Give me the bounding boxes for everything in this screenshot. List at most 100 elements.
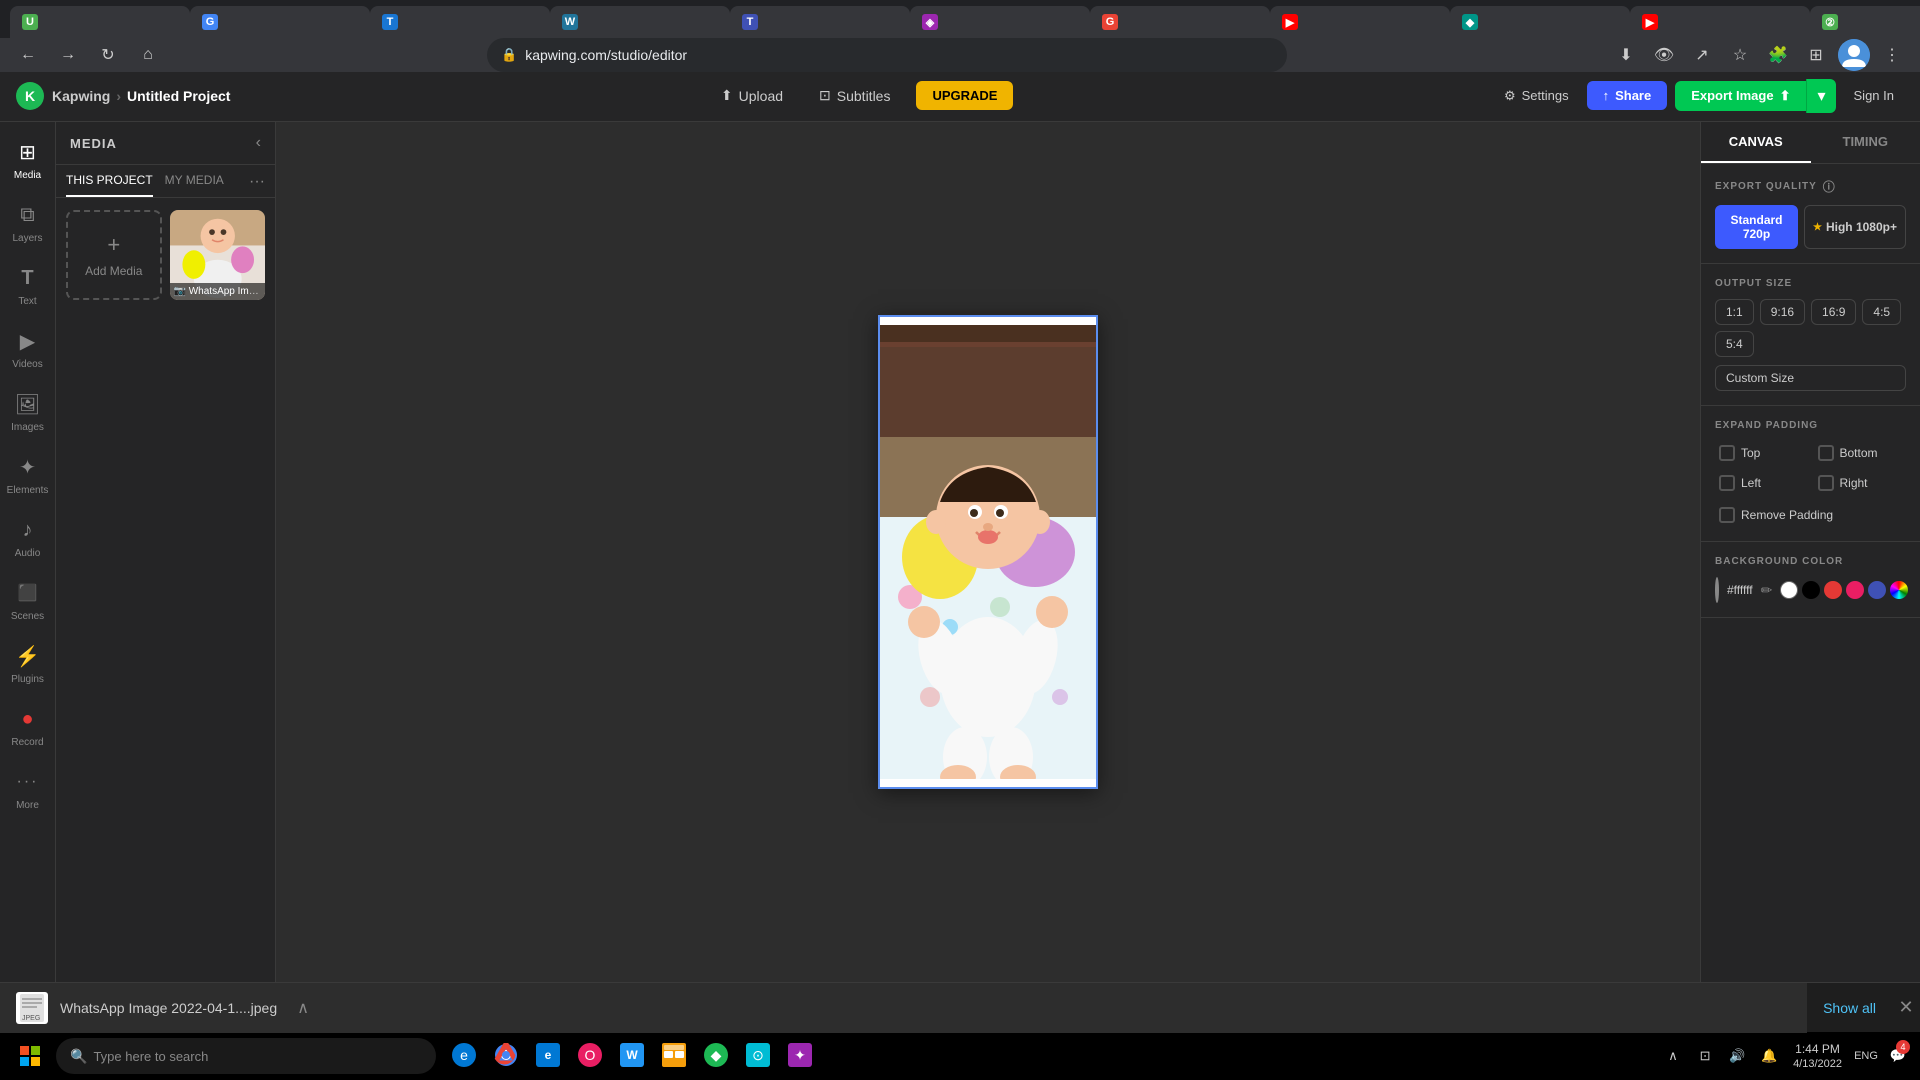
padding-bottom[interactable]: Bottom <box>1814 441 1907 465</box>
settings-button[interactable]: ⚙ Settings <box>1494 82 1579 110</box>
tray-volume[interactable]: 🔊 <box>1723 1034 1751 1078</box>
taskbar-opera[interactable]: O <box>570 1034 610 1078</box>
size-16-9-button[interactable]: 16:9 <box>1811 299 1856 325</box>
canvas-area[interactable] <box>276 122 1700 982</box>
swatch-blue[interactable] <box>1868 581 1886 599</box>
size-1-1-button[interactable]: 1:1 <box>1715 299 1754 325</box>
reload-button[interactable]: ↻ <box>92 39 124 71</box>
upload-button[interactable]: ⬆ Upload <box>711 81 793 110</box>
tab-timing[interactable]: TIMING <box>1811 122 1920 163</box>
show-all-button[interactable]: Show all <box>1807 1000 1892 1016</box>
swatch-gradient[interactable] <box>1890 581 1908 599</box>
media-thumbnail-whatsapp[interactable]: 📷 WhatsApp Ima... <box>170 210 266 300</box>
tray-network[interactable]: ⊡ <box>1691 1034 1719 1078</box>
size-4-5-button[interactable]: 4:5 <box>1862 299 1901 325</box>
tab-this-project[interactable]: THIS PROJECT <box>66 173 153 197</box>
taskbar-ie[interactable]: e <box>444 1034 484 1078</box>
start-button[interactable] <box>8 1034 52 1078</box>
collapse-panel-button[interactable]: ‹ <box>256 134 261 152</box>
padding-right[interactable]: Right <box>1814 471 1907 495</box>
export-main-button[interactable]: Export Image ⬆ <box>1675 81 1806 111</box>
tab-canvas[interactable]: CANVAS <box>1701 122 1811 163</box>
download-icon[interactable]: ⬇ <box>1610 39 1642 71</box>
remove-padding-checkbox[interactable] <box>1719 507 1735 523</box>
taskbar-chrome[interactable] <box>486 1034 526 1078</box>
sidebar-item-more[interactable]: ··· More <box>2 760 54 819</box>
tab-youtube2[interactable]: ▶ <box>1630 6 1810 38</box>
swatch-pink[interactable] <box>1846 581 1864 599</box>
tab-tv[interactable]: T <box>730 6 910 38</box>
home-button[interactable]: ⌂ <box>132 39 164 71</box>
size-9-16-button[interactable]: 9:16 <box>1760 299 1805 325</box>
profile-icon[interactable]: ⊞ <box>1800 39 1832 71</box>
star-icon[interactable]: ☆ <box>1724 39 1756 71</box>
sidebar-item-elements[interactable]: ✦ Elements <box>2 445 54 504</box>
bg-pencil-icon[interactable]: ✏ <box>1761 582 1773 599</box>
sidebar-item-plugins[interactable]: ⚡ Plugins <box>2 634 54 693</box>
swatch-white[interactable] <box>1780 581 1798 599</box>
app-name[interactable]: Kapwing <box>52 88 110 104</box>
share-page-icon[interactable]: ↗ <box>1686 39 1718 71</box>
tray-battery[interactable]: 🔔 <box>1755 1034 1783 1078</box>
padding-left-checkbox[interactable] <box>1719 475 1735 491</box>
back-button[interactable]: ← <box>12 39 44 71</box>
swatch-black[interactable] <box>1802 581 1820 599</box>
project-name[interactable]: Untitled Project <box>127 88 230 104</box>
tab-wordpress[interactable]: W <box>550 6 730 38</box>
taskbar-word[interactable]: W <box>612 1034 652 1078</box>
padding-right-checkbox[interactable] <box>1818 475 1834 491</box>
subtitles-button[interactable]: ⊡ Subtitles <box>809 81 900 110</box>
taskbar-explorer[interactable] <box>654 1034 694 1078</box>
user-avatar[interactable] <box>1838 39 1870 71</box>
forward-button[interactable]: → <box>52 39 84 71</box>
padding-top-checkbox[interactable] <box>1719 445 1735 461</box>
address-bar[interactable]: 🔒 kapwing.com/studio/editor <box>487 38 1287 72</box>
win-clock[interactable]: 1:44 PM 4/13/2022 <box>1787 1042 1848 1070</box>
swatch-red[interactable] <box>1824 581 1842 599</box>
sidebar-item-audio[interactable]: ♪ Audio <box>2 508 54 567</box>
sidebar-item-scenes[interactable]: ⬛ Scenes <box>2 571 54 630</box>
taskbar-app1[interactable]: ◆ <box>696 1034 736 1078</box>
padding-top[interactable]: Top <box>1715 441 1808 465</box>
extensions-icon[interactable]: 🧩 <box>1762 39 1794 71</box>
tab-counter[interactable]: ② <box>1810 6 1920 38</box>
download-expand-button[interactable]: ∧ <box>289 994 317 1022</box>
tab-google1[interactable]: G <box>190 6 370 38</box>
sidebar-item-images[interactable]: 🖼 Images <box>2 382 54 441</box>
custom-size-button[interactable]: Custom Size <box>1715 365 1906 391</box>
tab-taskheat[interactable]: T <box>370 6 550 38</box>
sidebar-item-layers[interactable]: ⧉ Layers <box>2 193 54 252</box>
high-quality-button[interactable]: ★ High 1080p+ <box>1804 205 1906 249</box>
taskbar-app3[interactable]: ✦ <box>780 1034 820 1078</box>
share-button[interactable]: ↑ Share <box>1587 81 1668 110</box>
sign-in-button[interactable]: Sign In <box>1844 82 1904 109</box>
tab-upwork[interactable]: U <box>10 6 190 38</box>
tab-my-media[interactable]: MY MEDIA <box>165 173 224 197</box>
tray-expand[interactable]: ∧ <box>1659 1034 1687 1078</box>
sidebar-item-media[interactable]: ⊞ Media <box>2 130 54 189</box>
tab-artify[interactable]: ◈ <box>910 6 1090 38</box>
add-media-button[interactable]: + Add Media <box>66 210 162 300</box>
remove-padding[interactable]: Remove Padding <box>1715 503 1906 527</box>
sidebar-item-videos[interactable]: ▶ Videos <box>2 319 54 378</box>
sidebar-item-text[interactable]: T Text <box>2 256 54 315</box>
lang-indicator[interactable]: ENG <box>1852 1034 1880 1078</box>
notification-button[interactable]: 💬 4 <box>1884 1034 1912 1078</box>
taskbar-app2[interactable]: ⊙ <box>738 1034 778 1078</box>
browser-eye-icon[interactable]: 👁 <box>1648 39 1680 71</box>
padding-left[interactable]: Left <box>1715 471 1808 495</box>
padding-bottom-checkbox[interactable] <box>1818 445 1834 461</box>
tab-google2[interactable]: G <box>1090 6 1270 38</box>
sidebar-item-record[interactable]: ● Record <box>2 697 54 756</box>
media-options-button[interactable]: ··· <box>249 173 265 197</box>
tab-sourcetree[interactable]: ◆ <box>1450 6 1630 38</box>
taskbar-edge[interactable]: e <box>528 1034 568 1078</box>
export-dropdown-button[interactable]: ▾ <box>1806 79 1835 113</box>
tab-youtube1[interactable]: ▶ <box>1270 6 1450 38</box>
download-close-button[interactable]: ✕ <box>1892 994 1920 1022</box>
bg-color-swatch[interactable] <box>1715 577 1719 603</box>
size-5-4-button[interactable]: 5:4 <box>1715 331 1754 357</box>
standard-quality-button[interactable]: Standard 720p <box>1715 205 1798 249</box>
upgrade-button[interactable]: UPGRADE <box>916 81 1013 110</box>
windows-search[interactable]: 🔍 Type here to search <box>56 1038 436 1074</box>
